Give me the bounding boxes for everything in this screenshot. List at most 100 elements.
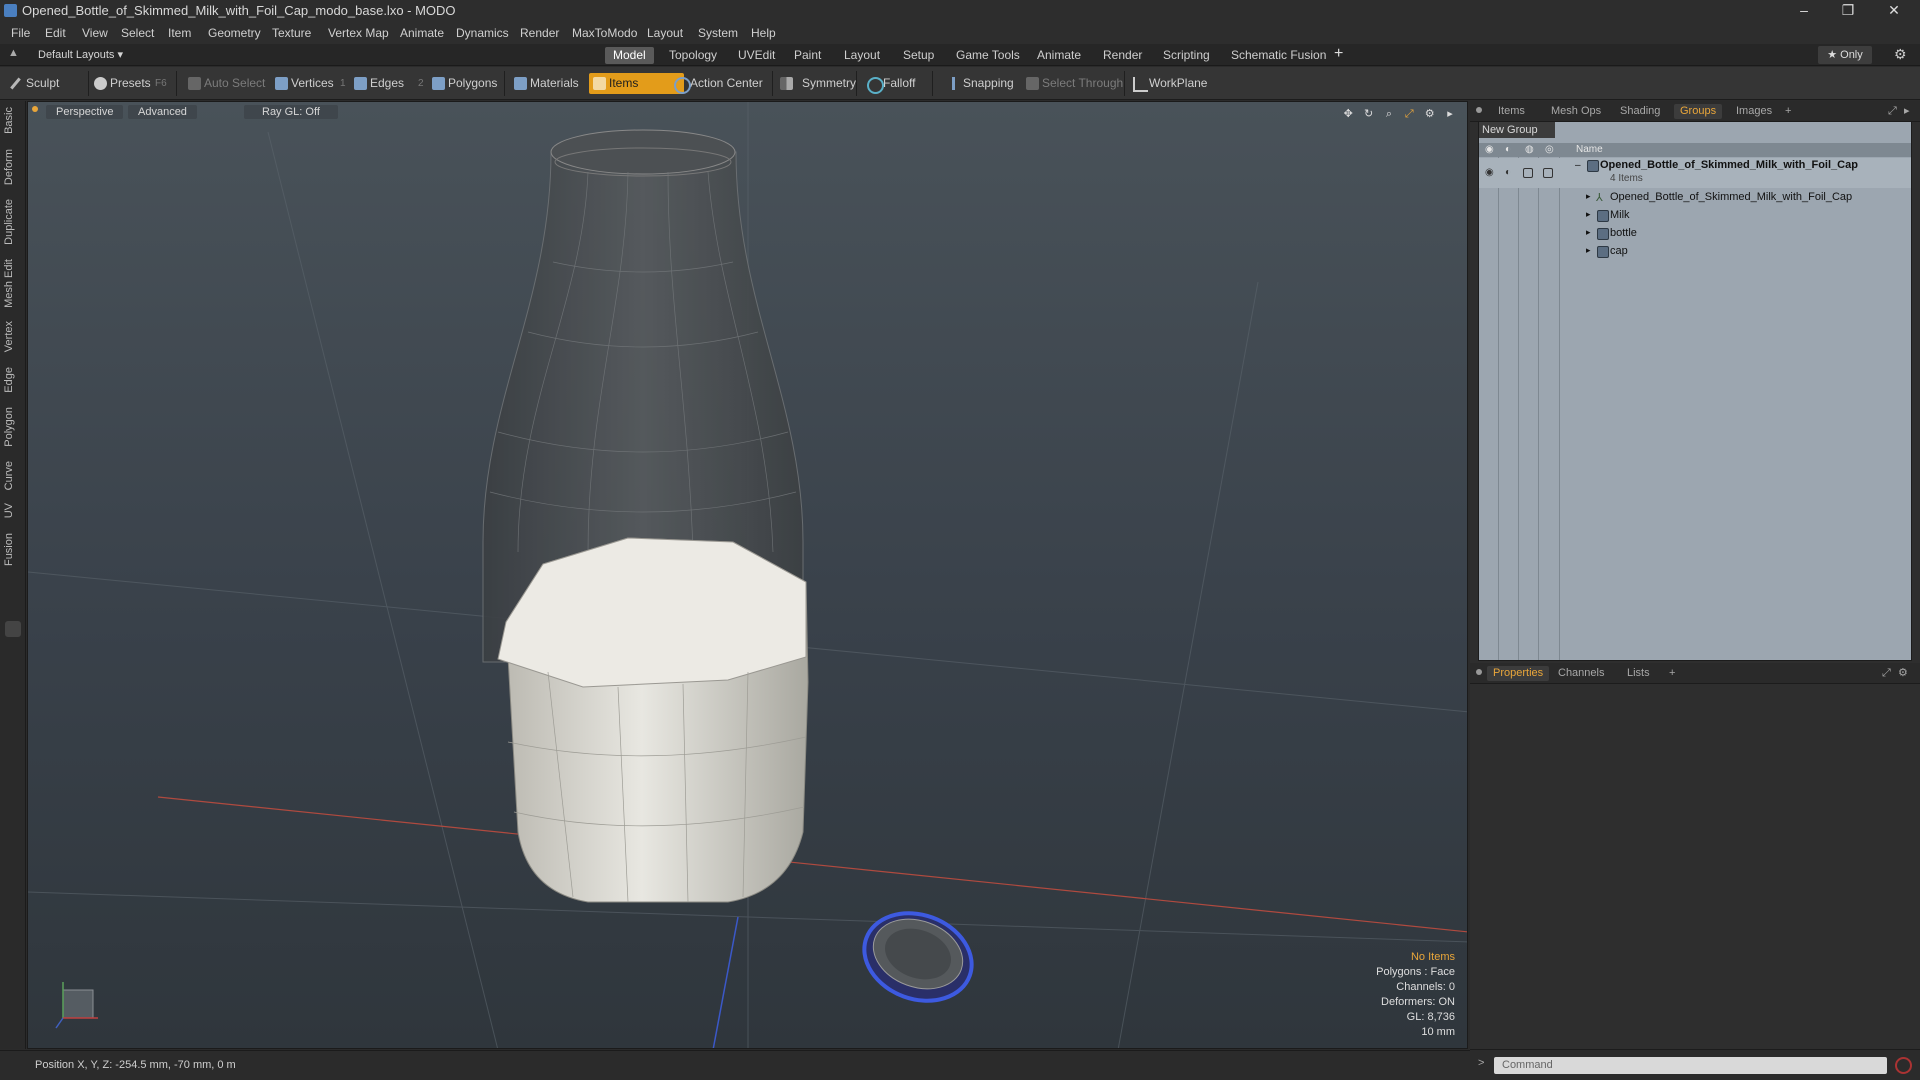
menu-help[interactable]: Help [751,26,776,40]
tab-schematic-fusion[interactable]: Schematic Fusion [1223,47,1334,64]
row-visibility-eye-icon[interactable]: ◉ [1485,167,1494,178]
list-item[interactable]: ▸ cap [1479,243,1911,261]
restore-button[interactable]: ❐ [1826,0,1870,22]
panel-menu-dot-icon[interactable] [1476,107,1482,113]
select-column-icon[interactable]: ◎ [1545,144,1554,155]
tab-paint[interactable]: Paint [786,47,829,64]
list-item[interactable]: ▸ Milk [1479,207,1911,225]
workplane-button[interactable]: WorkPlane [1129,73,1229,94]
row-lock-icon[interactable]: ◐ [1505,167,1511,178]
menu-render[interactable]: Render [520,26,559,40]
viewport-expand-arrow-icon[interactable]: ▸ [1443,107,1457,121]
view-mode-button[interactable]: Perspective [46,105,124,119]
maximize-viewport-icon[interactable]: ⤢ [1402,107,1416,121]
render-column-icon[interactable]: ◍ [1525,144,1534,155]
add-panel-tab-button[interactable]: + [1663,666,1681,681]
list-item[interactable]: ▸ bottle [1479,225,1911,243]
default-layouts-dropdown[interactable]: Default Layouts ▾ [38,48,123,61]
left-tab-edge[interactable]: Edge [3,367,23,393]
scene-canvas[interactable] [28,102,1468,1049]
left-tab-deform[interactable]: Deform [3,149,23,185]
panel-menu-dot-icon[interactable] [1476,669,1482,675]
menu-maxtomodo[interactable]: MaxToModo [572,26,637,40]
falloff-button[interactable]: Falloff [863,73,949,94]
rotate-icon[interactable]: ↻ [1362,107,1376,121]
left-tab-duplicate[interactable]: Duplicate [3,199,23,245]
left-tab-curve[interactable]: Curve [3,461,23,490]
raygl-button[interactable]: Ray GL: Off [244,105,338,119]
left-tab-fusion[interactable]: Fusion [3,533,23,566]
command-record-icon[interactable] [1895,1057,1912,1074]
milk-model[interactable] [497,537,809,903]
zoom-icon[interactable]: ⌕ [1382,107,1396,121]
3d-viewport[interactable]: Perspective Advanced Ray GL: Off ✥ ↻ ⌕ ⤢… [27,101,1468,1049]
expand-arrow-icon[interactable]: ▸ [1586,209,1591,220]
menu-edit[interactable]: Edit [45,26,66,40]
tab-render[interactable]: Render [1095,47,1150,64]
tab-uvedit[interactable]: UVEdit [730,47,783,64]
menu-dynamics[interactable]: Dynamics [456,26,509,40]
tab-setup[interactable]: Setup [895,47,942,64]
menu-layout[interactable]: Layout [647,26,683,40]
tab-lists[interactable]: Lists [1621,666,1656,681]
menu-animate[interactable]: Animate [400,26,444,40]
tab-animate[interactable]: Animate [1029,47,1089,64]
collapse-arrow-icon[interactable]: – [1575,160,1581,171]
auto-select-button[interactable]: Auto Select [184,73,284,94]
menu-file[interactable]: File [11,26,30,40]
menu-vertex-map[interactable]: Vertex Map [328,26,389,40]
tab-game-tools[interactable]: Game Tools [948,47,1028,64]
menu-view[interactable]: View [82,26,108,40]
row-select-checkbox[interactable] [1543,168,1553,178]
left-tab-vertex[interactable]: Vertex [3,321,23,352]
tab-topology[interactable]: Topology [661,47,725,64]
add-panel-tab-button[interactable]: + [1779,104,1797,119]
minimize-button[interactable]: – [1782,0,1826,22]
collapse-icon[interactable]: ▲ [8,47,19,59]
visibility-column-eye-icon[interactable]: ◉ [1485,144,1494,155]
left-tab-polygon[interactable]: Polygon [3,407,23,447]
polygons-button[interactable]: Polygons [428,73,520,94]
expand-arrow-icon[interactable]: ▸ [1586,245,1591,256]
panel-arrow-icon[interactable]: ▸ [1898,104,1916,119]
expand-arrow-icon[interactable]: ▸ [1586,227,1591,238]
settings-gear-icon[interactable]: ⚙ [1894,46,1907,63]
viewport-settings-icon[interactable]: ⚙ [1423,107,1437,121]
viewport-menu-dot-icon[interactable] [32,106,38,112]
only-toggle[interactable]: ★ Only [1818,46,1872,64]
pan-icon[interactable]: ✥ [1341,107,1355,121]
tab-channels[interactable]: Channels [1552,666,1610,681]
left-tab-uv[interactable]: UV [3,503,23,518]
row-render-checkbox[interactable] [1523,168,1533,178]
menu-system[interactable]: System [698,26,738,40]
tab-layout[interactable]: Layout [836,47,888,64]
tab-shading[interactable]: Shading [1614,104,1666,119]
expand-arrow-icon[interactable]: ▸ [1586,191,1591,202]
command-input[interactable]: Command [1494,1057,1887,1074]
shading-mode-button[interactable]: Advanced [128,105,197,119]
left-tab-basic[interactable]: Basic [3,107,23,134]
panel-settings-icon[interactable]: ⚙ [1892,666,1914,681]
tab-scripting[interactable]: Scripting [1155,47,1218,64]
left-panel-toggle-button[interactable] [5,621,21,637]
menu-select[interactable]: Select [121,26,154,40]
tab-model[interactable]: Model [605,47,654,64]
new-group-button[interactable]: New Group [1479,122,1555,138]
cap-model[interactable] [852,899,984,1016]
tab-groups[interactable]: Groups [1674,104,1723,119]
menu-geometry[interactable]: Geometry [208,26,261,40]
tab-mesh-ops[interactable]: Mesh Ops [1545,104,1607,119]
lock-column-icon[interactable]: ◐ [1505,144,1511,155]
menu-texture[interactable]: Texture [272,26,311,40]
symmetry-button[interactable]: Symmetry [776,73,872,94]
add-tab-button[interactable]: + [1334,45,1343,63]
tab-items[interactable]: Items [1492,104,1531,119]
name-column-header[interactable]: Name [1576,144,1603,155]
list-item[interactable]: ▸ ⅄ Opened_Bottle_of_Skimmed_Milk_with_F… [1479,189,1911,207]
tab-properties[interactable]: Properties [1487,666,1550,681]
left-tab-mesh-edit[interactable]: Mesh Edit [3,259,23,308]
close-button[interactable]: ✕ [1872,0,1916,22]
group-row[interactable]: ◉ ◐ – Opened_Bottle_of_Skimmed_Milk_with… [1479,158,1911,188]
menu-item[interactable]: Item [168,26,191,40]
tab-images[interactable]: Images [1730,104,1778,119]
